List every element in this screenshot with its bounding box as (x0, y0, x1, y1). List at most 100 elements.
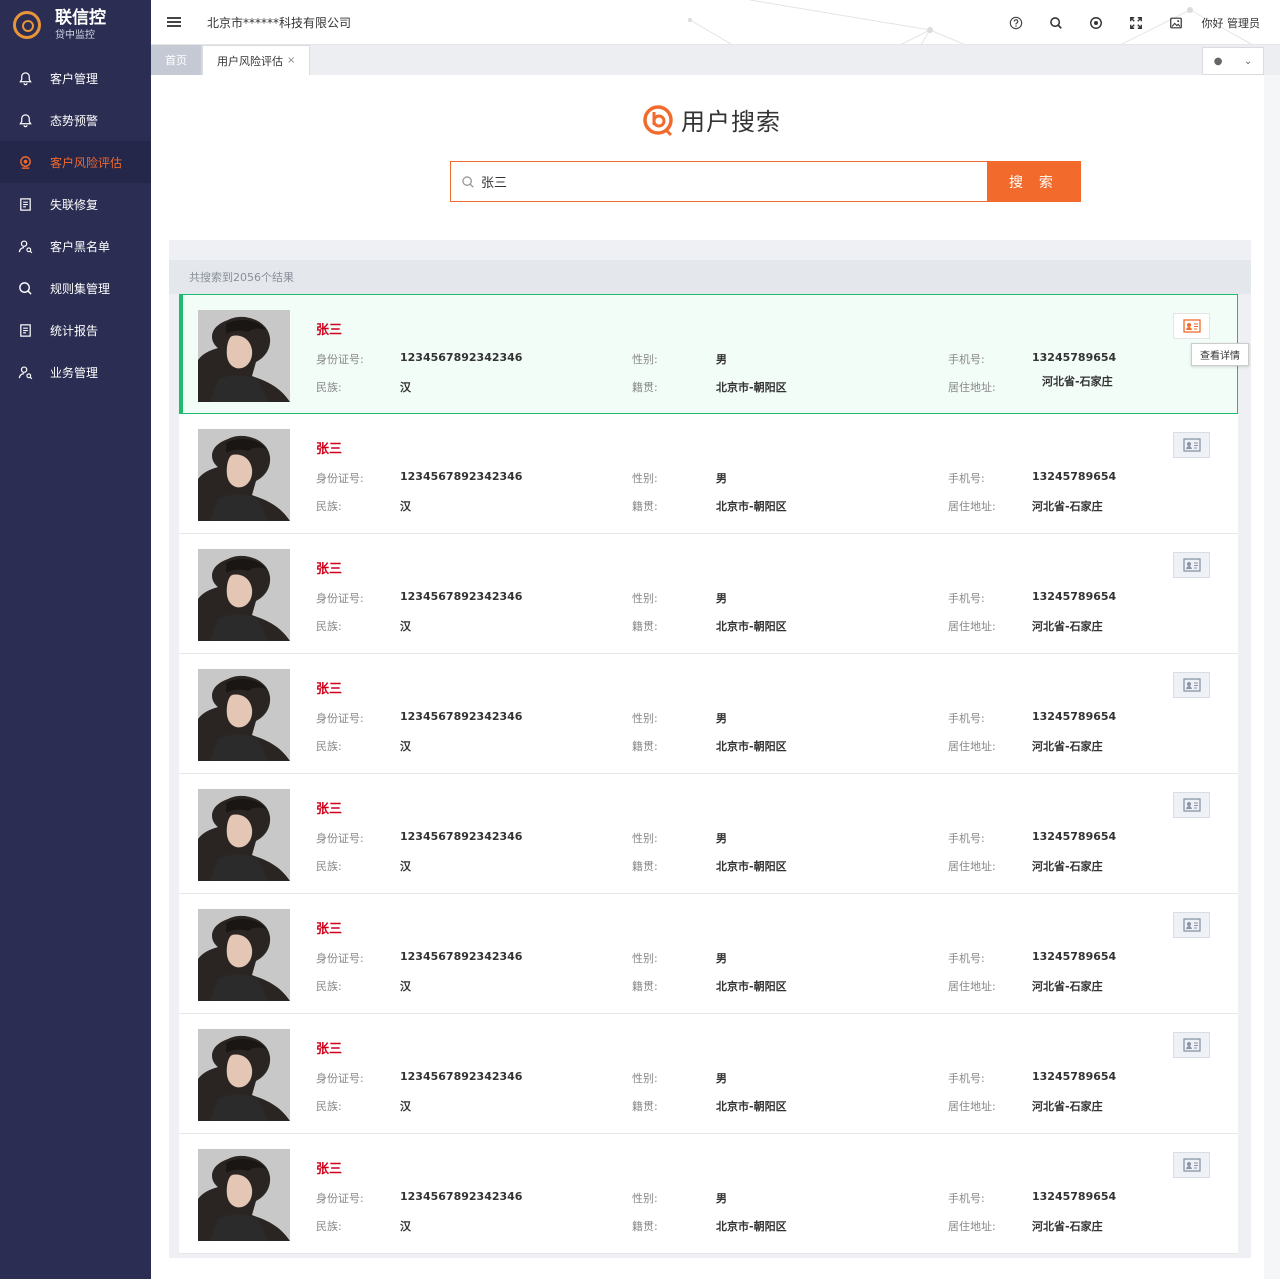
ethnicity-value: 汉 (400, 860, 411, 873)
gender-value: 男 (716, 712, 727, 725)
id-number-value: 1234567892342346 (400, 1070, 523, 1083)
result-row[interactable]: 张三 身份证号: 1234567892342346 民族: 汉 性别: 男籍贯: 北京市-朝阳… (179, 894, 1238, 1014)
sidebar-item-6[interactable]: 统计报告 (0, 309, 151, 351)
gender-value: 男 (716, 592, 727, 605)
ethnicity-label: 民族: (316, 1100, 342, 1113)
address-label: 居住地址: (948, 860, 996, 873)
sidebar-item-label: 规则集管理 (50, 281, 111, 296)
ethnicity-label: 民族: (316, 500, 342, 513)
result-row[interactable]: 张三 身份证号: 1234567892342346 民族: 汉 性别: 男籍贯: 北京市-朝阳… (179, 774, 1238, 894)
gender-label: 性别: (632, 952, 658, 965)
result-row[interactable]: 张三 身份证号: 1234567892342346 民族: 汉 性别: 男籍贯: 北京市-朝阳… (179, 1134, 1238, 1254)
sidebar-item-0[interactable]: 客户管理 (0, 57, 151, 99)
view-details-button[interactable] (1173, 672, 1210, 698)
topbar-tools: 你好 管理员 (996, 0, 1261, 44)
result-row[interactable]: 张三 身份证号: 1234567892342346 民族: 汉 性别: 男籍贯: 北京市-朝阳… (179, 1014, 1238, 1134)
search-input[interactable] (481, 174, 961, 189)
tab-options-dropdown[interactable]: ● ⌄ (1202, 47, 1264, 75)
gender-label: 性别: (632, 592, 658, 605)
search-panel: 用户搜索 搜 索 (169, 93, 1251, 253)
view-details-button[interactable] (1173, 1152, 1210, 1178)
view-details-button[interactable] (1173, 792, 1210, 818)
id-number-value: 1234567892342346 (400, 830, 523, 843)
ethnicity-label: 民族: (316, 1220, 342, 1233)
tab-close-icon[interactable]: × (287, 55, 295, 66)
sidebar-item-7[interactable]: 业务管理 (0, 351, 151, 393)
sidebar-item-label: 客户管理 (50, 71, 99, 86)
origin-value: 北京市-朝阳区 (716, 500, 787, 513)
id-card-icon (1182, 918, 1201, 932)
user-icon (18, 239, 33, 254)
result-row[interactable]: 张三 身份证号: 1234567892342346 民族: 汉 性别: 男籍贯: 北京市-朝阳… (179, 294, 1249, 414)
address-label: 居住地址: (948, 381, 996, 394)
user-greeting[interactable]: 你好 管理员 (1202, 15, 1261, 31)
person-name: 张三 (316, 562, 343, 577)
search-button[interactable]: 搜 索 (987, 161, 1081, 202)
search-icon (462, 175, 474, 188)
brand: 联信控 贷中监控 (0, 0, 151, 50)
phone-value: 13245789654 (1032, 351, 1117, 364)
fullscreen-icon[interactable] (1116, 0, 1156, 44)
main-content: 用户搜索 搜 索 共搜索到2056个结果 张三身份证号:123456789234… (151, 75, 1264, 1279)
result-row[interactable]: 张三 身份证号: 1234567892342346 民族: 汉 性别: 男籍贯: 北京市-朝阳… (179, 654, 1238, 774)
address-value: 河北省-石家庄 (1032, 500, 1103, 513)
view-details-button[interactable] (1173, 552, 1210, 578)
brand-subtitle: 贷中监控 (55, 30, 95, 42)
ethnicity-value: 汉 (400, 500, 411, 513)
id-card-icon (1182, 438, 1201, 452)
gender-label: 性别: (632, 832, 658, 845)
origin-label: 籍贯: (632, 620, 658, 633)
phone-label: 手机号: (948, 1072, 985, 1085)
avatar (198, 669, 290, 761)
menu-toggle-icon[interactable] (151, 0, 197, 44)
scrollbar[interactable] (1264, 75, 1280, 1279)
sidebar-item-5[interactable]: 规则集管理 (0, 267, 151, 309)
id-card-icon (1182, 1038, 1201, 1052)
result-row[interactable]: 张三 身份证号: 1234567892342346 民族: 汉 性别: 男籍贯: 北京市-朝阳… (179, 414, 1238, 534)
topbar: 北京市******科技有限公司 你好 管理员 (151, 0, 1280, 45)
help-icon[interactable] (996, 0, 1036, 44)
id-number-label: 身份证号: (316, 952, 364, 965)
address-label: 居住地址: (948, 740, 996, 753)
phone-value: 13245789654 (1032, 1070, 1117, 1083)
view-details-button[interactable] (1173, 912, 1210, 938)
view-details-button[interactable] (1173, 1032, 1210, 1058)
address-label: 居住地址: (948, 980, 996, 993)
sidebar-item-3[interactable]: 失联修复 (0, 183, 151, 225)
chevron-down-icon: ⌄ (1243, 55, 1253, 67)
origin-value: 北京市-朝阳区 (716, 860, 787, 873)
phone-label: 手机号: (948, 353, 985, 366)
tab-label: 用户风险评估 (217, 54, 283, 68)
view-details-button[interactable] (1173, 313, 1210, 339)
avatar (198, 310, 290, 402)
gender-value: 男 (716, 353, 727, 366)
person-name: 张三 (316, 1162, 343, 1177)
image-icon[interactable] (1156, 0, 1196, 44)
id-card-icon (1182, 558, 1201, 572)
ethnicity-label: 民族: (316, 980, 342, 993)
origin-label: 籍贯: (632, 980, 658, 993)
id-number-label: 身份证号: (316, 472, 364, 485)
id-number-label: 身份证号: (316, 1072, 364, 1085)
sidebar-item-2[interactable]: 客户风险评估 (0, 141, 151, 183)
result-row[interactable]: 张三 身份证号: 1234567892342346 民族: 汉 性别: 男籍贯: 北京市-朝阳… (179, 534, 1238, 654)
target-icon[interactable] (1076, 0, 1116, 44)
sidebar-item-1[interactable]: 态势预警 (0, 99, 151, 141)
address-value: 河北省-石家庄 (1032, 620, 1103, 633)
id-number-label: 身份证号: (316, 592, 364, 605)
search-icon[interactable] (1036, 0, 1076, 44)
tab-home[interactable]: 首页 (151, 45, 202, 75)
address-label: 居住地址: (948, 620, 996, 633)
ethnicity-label: 民族: (316, 620, 342, 633)
ethnicity-label: 民族: (316, 740, 342, 753)
id-number-value: 1234567892342346 (400, 351, 523, 364)
company-name: 北京市******科技有限公司 (207, 15, 352, 30)
avatar (198, 1149, 290, 1241)
tab-user-risk[interactable]: 用户风险评估 × (202, 45, 311, 75)
view-details-button[interactable] (1173, 432, 1210, 458)
id-number-label: 身份证号: (316, 712, 364, 725)
address-value: 河北省-石家庄 (1032, 740, 1103, 753)
ethnicity-value: 汉 (400, 980, 411, 993)
id-number-value: 1234567892342346 (400, 590, 523, 603)
sidebar-item-4[interactable]: 客户黑名单 (0, 225, 151, 267)
